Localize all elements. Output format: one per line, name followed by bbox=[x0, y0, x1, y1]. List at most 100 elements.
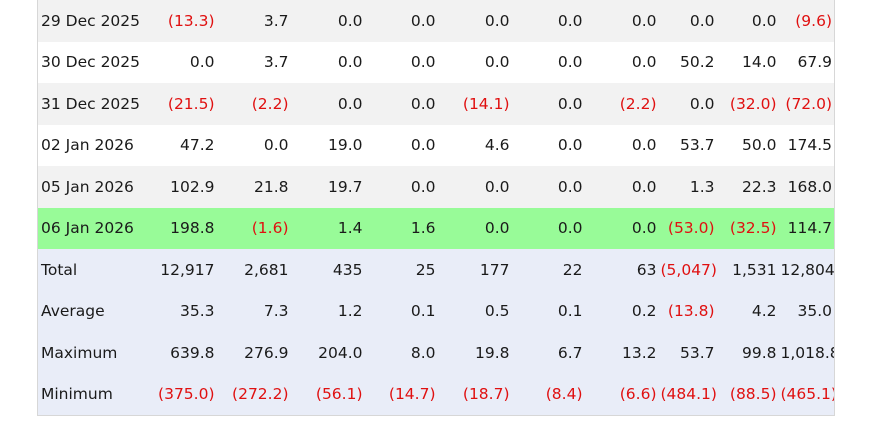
value-cell: 35.0 bbox=[797, 302, 832, 321]
value-cell: (88.5) bbox=[729, 385, 777, 404]
value-cell: 0.0 bbox=[557, 53, 583, 72]
value-cell: 1.4 bbox=[337, 219, 363, 238]
value-cell: 0.0 bbox=[410, 177, 436, 196]
summary-row: Average 35.3 7.3 1.2 0.1 0.5 0.1 0.2 (13.8) 4.2 35… bbox=[37, 290, 835, 332]
value-cell: 639.8 bbox=[170, 343, 215, 362]
table-row: 29 Dec 2025 (13.3) 3.7 0.0 0.0 0.0 0.0 0.0 0.0 0.… bbox=[37, 0, 835, 42]
value-cell: (8.4) bbox=[545, 385, 583, 404]
value-cell: 35.3 bbox=[179, 302, 215, 321]
value-cell: 1.3 bbox=[689, 177, 715, 196]
value-cell: 7.3 bbox=[263, 302, 289, 321]
value-cell: 47.2 bbox=[179, 136, 215, 155]
summary-label: Average bbox=[41, 302, 105, 321]
value-cell: 0.0 bbox=[484, 219, 510, 238]
value-cell: 0.0 bbox=[557, 11, 583, 30]
value-cell: 50.2 bbox=[679, 53, 715, 72]
value-cell: 276.9 bbox=[244, 343, 289, 362]
value-cell: 0.0 bbox=[189, 53, 215, 72]
value-cell: 53.7 bbox=[679, 343, 715, 362]
value-cell: 1,531 bbox=[732, 260, 777, 279]
date-cell: 05 Jan 2026 bbox=[41, 177, 134, 196]
value-cell: 0.0 bbox=[557, 94, 583, 113]
value-cell: (14.7) bbox=[388, 385, 436, 404]
value-cell: 0.0 bbox=[484, 53, 510, 72]
value-cell: (21.5) bbox=[167, 94, 215, 113]
value-cell: (484.1) bbox=[660, 385, 717, 404]
value-cell: 0.1 bbox=[410, 302, 436, 321]
value-cell: (32.5) bbox=[729, 219, 777, 238]
value-cell: 19.8 bbox=[474, 343, 510, 362]
value-cell: 14.0 bbox=[741, 53, 777, 72]
date-cell: 30 Dec 2025 bbox=[41, 53, 141, 72]
value-cell: 25 bbox=[415, 260, 436, 279]
value-cell: 1.6 bbox=[410, 219, 436, 238]
value-cell: 0.0 bbox=[410, 136, 436, 155]
value-cell: 0.5 bbox=[484, 302, 510, 321]
value-cell: 0.0 bbox=[631, 177, 657, 196]
value-cell: 0.0 bbox=[484, 177, 510, 196]
value-cell: 0.0 bbox=[484, 11, 510, 30]
value-cell: 63 bbox=[636, 260, 657, 279]
value-cell: (53.0) bbox=[667, 219, 715, 238]
table-row: 05 Jan 2026 102.9 21.8 19.7 0.0 0.0 0.0 0.0 1.3 2… bbox=[37, 166, 835, 208]
value-cell: 99.8 bbox=[741, 343, 777, 362]
summary-row: Minimum (375.0) (272.2) (56.1) (14.7) (18.7) (… bbox=[37, 373, 835, 416]
value-cell: 0.0 bbox=[557, 219, 583, 238]
value-cell: (2.2) bbox=[619, 94, 657, 113]
value-cell: (272.2) bbox=[232, 385, 289, 404]
value-cell: 0.0 bbox=[631, 136, 657, 155]
table-row: 06 Jan 2026 198.8 (1.6) 1.4 1.6 0.0 0.0 0.0 (53.… bbox=[37, 207, 835, 249]
value-cell: 0.0 bbox=[689, 94, 715, 113]
value-cell: 0.0 bbox=[337, 53, 363, 72]
table-row: 31 Dec 2025 (21.5) (2.2) 0.0 0.0 (14.1) 0.0 (2.… bbox=[37, 83, 835, 125]
value-cell: 19.0 bbox=[327, 136, 363, 155]
value-cell: 198.8 bbox=[170, 219, 215, 238]
value-cell: 0.0 bbox=[631, 11, 657, 30]
value-cell: 0.0 bbox=[410, 11, 436, 30]
value-cell: 12,917 bbox=[160, 260, 215, 279]
value-cell: 3.7 bbox=[263, 53, 289, 72]
value-cell: 114.7 bbox=[787, 219, 832, 238]
value-cell: (2.2) bbox=[251, 94, 289, 113]
value-cell: 0.0 bbox=[337, 11, 363, 30]
value-cell: 4.2 bbox=[751, 302, 777, 321]
value-cell: 4.6 bbox=[484, 136, 510, 155]
value-cell: 22 bbox=[562, 260, 583, 279]
value-cell: 0.0 bbox=[557, 177, 583, 196]
value-cell: 435 bbox=[332, 260, 363, 279]
value-cell: 0.0 bbox=[631, 53, 657, 72]
value-cell: (6.6) bbox=[619, 385, 657, 404]
value-cell: 50.0 bbox=[741, 136, 777, 155]
table-row: 02 Jan 2026 47.2 0.0 19.0 0.0 4.6 0.0 0.0 53.7 50… bbox=[37, 124, 835, 166]
value-cell: 0.0 bbox=[410, 94, 436, 113]
value-cell: 0.0 bbox=[337, 94, 363, 113]
summary-label: Maximum bbox=[41, 343, 118, 362]
value-cell: 0.0 bbox=[263, 136, 289, 155]
summary-label: Total bbox=[41, 260, 78, 279]
value-cell: 12,804 bbox=[780, 260, 835, 279]
value-cell: (32.0) bbox=[729, 94, 777, 113]
summary-row: Total 12,917 2,681 435 25 177 22 63 (5,047) 1,531… bbox=[37, 249, 835, 291]
value-cell: (5,047) bbox=[660, 260, 717, 279]
value-cell: 13.2 bbox=[621, 343, 657, 362]
value-cell: (13.8) bbox=[667, 302, 715, 321]
date-cell: 06 Jan 2026 bbox=[41, 219, 134, 238]
value-cell: 21.8 bbox=[253, 177, 289, 196]
value-cell: 0.1 bbox=[557, 302, 583, 321]
value-cell: (375.0) bbox=[158, 385, 215, 404]
value-cell: 3.7 bbox=[263, 11, 289, 30]
value-cell: 177 bbox=[479, 260, 510, 279]
summary-row: Maximum 639.8 276.9 204.0 8.0 19.8 6.7 13.2 53.7… bbox=[37, 332, 835, 374]
value-cell: 0.0 bbox=[689, 11, 715, 30]
date-cell: 02 Jan 2026 bbox=[41, 136, 134, 155]
date-cell: 31 Dec 2025 bbox=[41, 94, 141, 113]
value-cell: 0.0 bbox=[410, 53, 436, 72]
value-cell: 174.5 bbox=[787, 136, 832, 155]
value-cell: 1,018.8 bbox=[780, 343, 835, 362]
value-cell: 0.0 bbox=[751, 11, 777, 30]
value-cell: (56.1) bbox=[315, 385, 363, 404]
value-cell: (18.7) bbox=[462, 385, 510, 404]
value-cell: 204.0 bbox=[318, 343, 363, 362]
value-cell: 0.0 bbox=[631, 219, 657, 238]
value-cell: 0.2 bbox=[631, 302, 657, 321]
